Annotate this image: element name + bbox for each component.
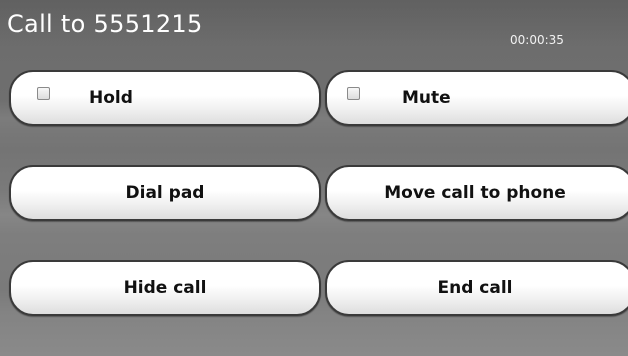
mute-checkbox[interactable] [347,87,360,100]
hold-checkbox[interactable] [37,87,50,100]
call-title: Call to 5551215 [7,10,203,38]
mute-label: Mute [402,88,451,108]
call-screen: Call to 5551215 00:00:35 Hold Mute Dial … [0,0,628,356]
hide-call-label: Hide call [123,278,207,298]
hold-label: Hold [89,88,133,108]
move-call-label: Move call to phone [384,183,566,203]
call-timer: 00:00:35 [510,33,564,47]
hold-button[interactable]: Hold [9,70,321,126]
end-call-button[interactable]: End call [325,260,628,316]
dial-pad-label: Dial pad [125,183,205,203]
hide-call-button[interactable]: Hide call [9,260,321,316]
mute-button[interactable]: Mute [325,70,628,126]
move-call-to-phone-button[interactable]: Move call to phone [325,165,628,221]
dial-pad-button[interactable]: Dial pad [9,165,321,221]
end-call-label: End call [437,278,513,298]
